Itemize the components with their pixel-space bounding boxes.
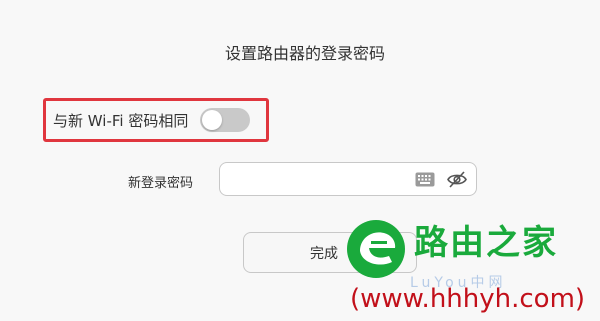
keyboard-icon[interactable] [415,172,435,187]
new-password-label: 新登录密码 [128,176,194,191]
new-password-field[interactable] [219,162,477,196]
page-title: 设置路由器的登录密码 [224,44,385,63]
watermark-url: (www.hhhyh.com) [350,284,586,314]
eye-hidden-icon[interactable] [446,170,468,189]
router-password-setup-page: 设置路由器的登录密码 与新 Wi-Fi 密码相同 新登录密码 完成 路由之家 L… [0,0,600,321]
watermark-brand: 路由之家 [414,223,558,263]
toggle-knob [202,110,223,130]
same-as-wifi-toggle[interactable] [200,108,251,132]
luyou-logo-icon [347,220,405,278]
same-as-wifi-label: 与新 Wi-Fi 密码相同 [53,111,189,130]
new-password-input[interactable] [230,169,414,191]
same-as-wifi-option: 与新 Wi-Fi 密码相同 [43,98,269,142]
